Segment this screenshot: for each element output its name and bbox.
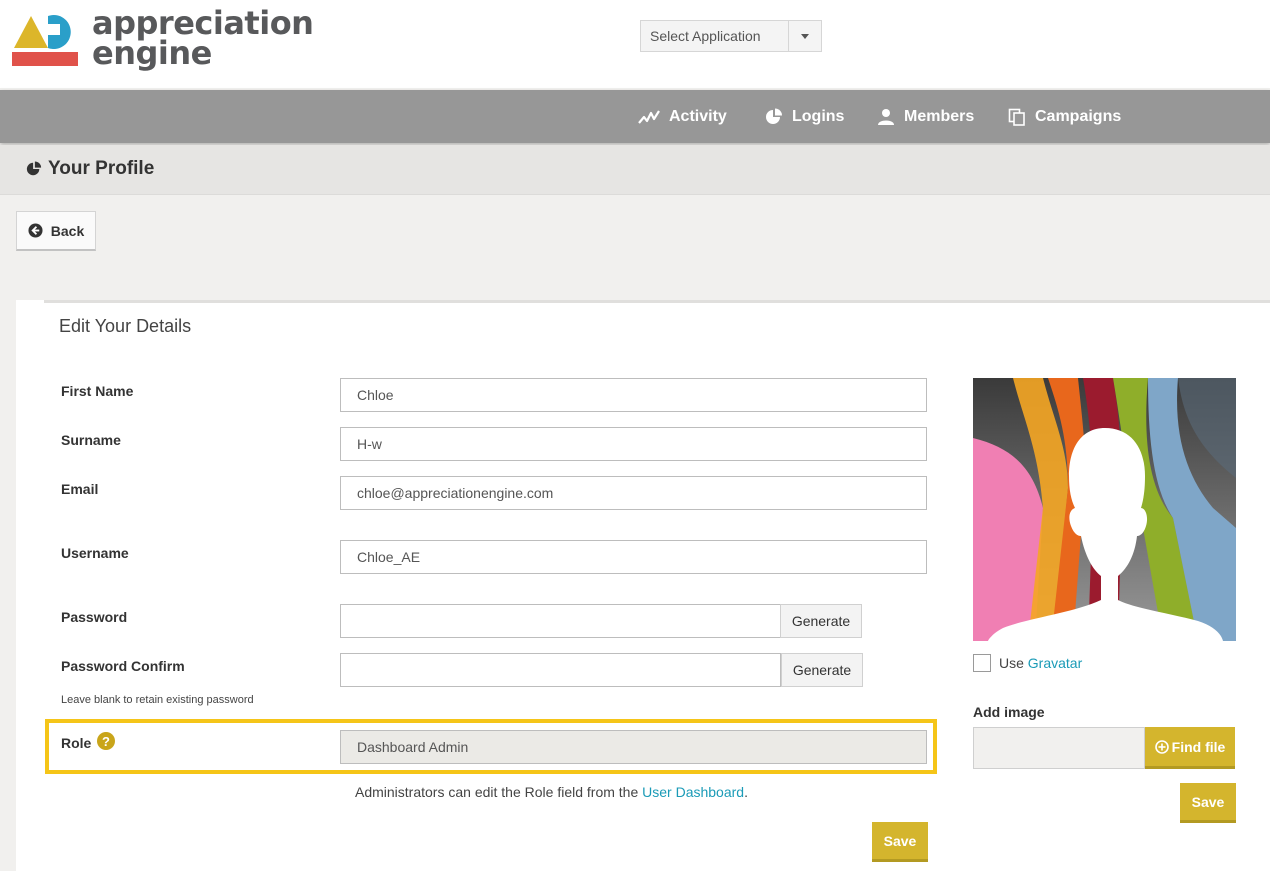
caret-down-icon	[801, 33, 809, 39]
admin-note-end: .	[744, 784, 748, 800]
select-application-value: Select Application	[650, 28, 761, 44]
add-image-label: Add image	[973, 704, 1045, 720]
main-nav: Activity Logins Members Campaigns	[0, 90, 1270, 143]
first-name-label: First Name	[61, 383, 134, 399]
password-input[interactable]	[340, 604, 781, 638]
default-avatar-image	[973, 378, 1236, 641]
nav-item-activity[interactable]: Activity	[638, 90, 727, 143]
page-title-text: Your Profile	[48, 158, 155, 179]
user-dashboard-link[interactable]: User Dashboard	[642, 784, 744, 800]
pie-chart-icon	[766, 108, 782, 124]
arrow-left-circle-icon	[28, 223, 43, 238]
password-confirm-label: Password Confirm	[61, 658, 185, 674]
generate-password-confirm-button[interactable]: Generate	[781, 653, 863, 687]
back-label: Back	[50, 222, 85, 239]
nav-item-members[interactable]: Members	[877, 90, 974, 143]
title-bar: Your Profile	[0, 145, 1270, 195]
use-gravatar-label: Use	[999, 655, 1024, 671]
copy-icon	[1008, 108, 1025, 126]
surname-input[interactable]: H-w	[340, 427, 927, 461]
generate-password-button[interactable]: Generate	[780, 604, 862, 638]
nav-label-members: Members	[904, 107, 975, 125]
username-input[interactable]: Chloe_AE	[340, 540, 927, 574]
panel-edge	[16, 300, 44, 303]
page-title: Your Profile	[26, 158, 154, 180]
user-icon	[878, 108, 894, 125]
dropdown-toggle[interactable]	[788, 21, 821, 51]
find-file-label: Find file	[1171, 738, 1226, 755]
nav-label-logins: Logins	[792, 107, 845, 125]
profile-avatar	[973, 378, 1236, 641]
use-gravatar-option[interactable]: Use Gravatar	[973, 654, 1082, 672]
section-title: Edit Your Details	[59, 316, 192, 336]
gravatar-link[interactable]: Gravatar	[1028, 655, 1082, 671]
app-logo[interactable]: appreciation engine	[12, 7, 314, 74]
admin-note-text: Administrators can edit the Role field f…	[355, 784, 643, 800]
password-label: Password	[61, 609, 128, 625]
logo-line-2: engine	[92, 34, 212, 72]
username-label: Username	[61, 545, 129, 561]
email-label: Email	[61, 481, 99, 497]
pie-chart-icon	[26, 161, 42, 176]
save-details-button[interactable]: Save	[872, 822, 928, 862]
find-file-button[interactable]: Find file	[1145, 727, 1235, 769]
nav-label-campaigns: Campaigns	[1035, 107, 1122, 125]
role-input: Dashboard Admin	[340, 730, 927, 764]
use-gravatar-checkbox[interactable]	[973, 654, 991, 672]
help-icon[interactable]: ?	[97, 732, 115, 750]
email-input[interactable]: chloe@appreciationengine.com	[340, 476, 927, 510]
nav-item-campaigns[interactable]: Campaigns	[1008, 90, 1121, 143]
admin-note: Administrators can edit the Role field f…	[355, 784, 748, 800]
logo-text: appreciation engine	[92, 7, 314, 72]
password-hint: Leave blank to retain existing password	[61, 694, 254, 706]
role-label: Role	[61, 735, 92, 751]
plus-circle-icon	[1154, 739, 1169, 754]
save-image-button[interactable]: Save	[1180, 783, 1236, 823]
activity-icon	[638, 109, 660, 124]
file-input[interactable]	[973, 727, 1145, 769]
select-application-dropdown[interactable]: Select Application	[640, 20, 822, 52]
password-confirm-input[interactable]	[340, 653, 781, 687]
first-name-input[interactable]: Chloe	[340, 378, 927, 412]
nav-item-logins[interactable]: Logins	[765, 90, 844, 143]
nav-label-activity: Activity	[669, 107, 727, 125]
surname-label: Surname	[61, 432, 121, 448]
header: appreciation engine Select Application	[0, 0, 1270, 88]
back-button[interactable]: Back	[16, 211, 96, 251]
logo-mark-icon	[12, 15, 78, 66]
